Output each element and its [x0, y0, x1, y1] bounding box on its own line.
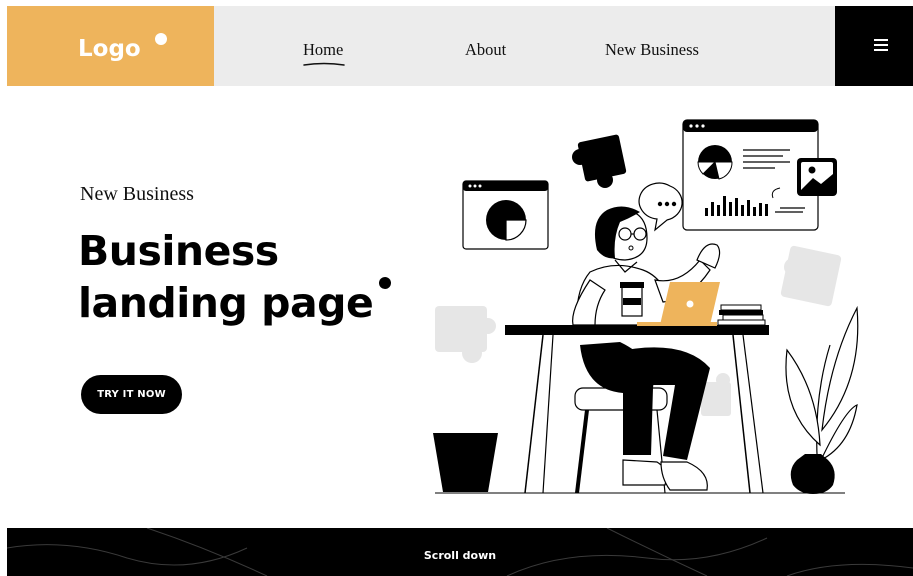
person-working-icon — [572, 206, 721, 491]
site-header: Logo Home About New Business — [7, 6, 913, 86]
try-it-now-button[interactable]: TRY IT NOW — [81, 375, 182, 414]
logo-dot — [155, 33, 167, 45]
potted-plant-icon — [785, 305, 859, 494]
scroll-down-label[interactable]: Scroll down — [7, 549, 913, 562]
hero-title-line-2: landing page — [78, 279, 374, 327]
main-nav: Home About New Business — [214, 6, 835, 86]
hamburger-menu-icon — [874, 39, 888, 51]
hero-accent-dot — [379, 277, 391, 289]
trash-bin-icon — [433, 433, 498, 492]
puzzle-piece-gray-left-icon — [435, 306, 496, 363]
hero-title: Business landing page — [78, 225, 374, 329]
browser-window-pie-chart-icon — [462, 180, 549, 250]
puzzle-piece-black-icon — [572, 134, 627, 188]
logo-text: Logo — [78, 36, 141, 62]
scroll-down-band[interactable]: Scroll down — [7, 528, 913, 576]
book-stack-icon — [717, 304, 766, 326]
logo[interactable]: Logo — [7, 6, 214, 86]
hero-title-line-1: Business — [78, 227, 279, 275]
nav-link-new-business[interactable]: New Business — [605, 40, 699, 60]
nav-link-about[interactable]: About — [465, 40, 506, 60]
nav-link-home[interactable]: Home — [303, 40, 343, 60]
hero-illustration — [433, 119, 859, 494]
image-card-icon — [797, 158, 837, 196]
menu-button[interactable] — [835, 6, 913, 86]
puzzle-piece-gray-right-icon — [780, 245, 842, 307]
speech-bubble-icon — [638, 182, 683, 232]
nav-active-underline — [303, 62, 345, 66]
hero-subtitle: New Business — [80, 183, 194, 205]
